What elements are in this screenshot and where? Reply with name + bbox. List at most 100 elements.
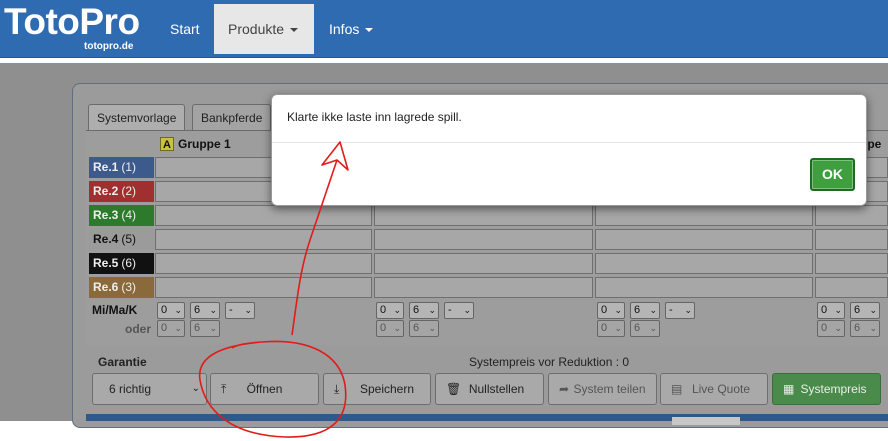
mimak-select[interactable]: 6 ⌄ xyxy=(630,320,660,337)
garantie-select[interactable]: 6 richtig ⌄ xyxy=(92,373,207,405)
brand-logo[interactable]: TotoPro xyxy=(4,1,140,43)
selection-cell[interactable] xyxy=(374,205,593,226)
mimak-select-value: - xyxy=(669,304,673,316)
mimak-select[interactable]: - ⌄ xyxy=(444,302,474,319)
race-row-label: Re.2 (2) xyxy=(89,181,154,202)
systempreis-button[interactable]: ▦ Systempreis xyxy=(772,373,881,405)
nav-start-label: Start xyxy=(170,21,200,37)
selection-cell[interactable] xyxy=(155,253,372,274)
mimak-select-value: 6 xyxy=(854,304,861,316)
race-row-label: Re.3 (4) xyxy=(89,205,154,226)
selection-cell[interactable] xyxy=(374,277,593,298)
nav-produkte-label: Produkte xyxy=(228,21,285,37)
mimak-select[interactable]: 6 ⌄ xyxy=(190,302,220,319)
race-number: (4) xyxy=(121,208,137,222)
selection-cell[interactable] xyxy=(595,229,813,250)
selection-cell[interactable] xyxy=(815,229,888,250)
chevron-down-icon: ⌄ xyxy=(244,305,252,315)
race-row-label: Re.4 (5) xyxy=(89,229,154,250)
race-label: Re.1 xyxy=(93,160,119,174)
mimak-select[interactable]: 6 ⌄ xyxy=(409,302,439,319)
mimak-select[interactable]: 0 ⌄ xyxy=(597,302,625,319)
selection-cell[interactable] xyxy=(155,277,372,298)
mimak-select[interactable]: 6 ⌄ xyxy=(850,302,880,319)
tab-bankpferde[interactable]: Bankpferde xyxy=(192,104,272,130)
mimak-select-value: 0 xyxy=(161,322,168,334)
top-navbar: TotoPro totopro.de Start Produkte Infos xyxy=(0,0,888,58)
speichern-button[interactable]: ⤓ Speichern xyxy=(323,373,431,405)
nav-infos[interactable]: Infos xyxy=(315,4,387,54)
race-row-label: Re.6 (3) xyxy=(89,277,154,298)
dialog-divider xyxy=(272,142,866,143)
selection-cell[interactable] xyxy=(155,205,372,226)
selection-cell[interactable] xyxy=(595,277,813,298)
group-letter-badge: A xyxy=(160,137,174,151)
chevron-down-icon: ⌄ xyxy=(209,323,217,333)
chevron-down-icon: ⌄ xyxy=(191,383,200,394)
speichern-label: Speichern xyxy=(359,382,415,396)
race-number: (2) xyxy=(121,184,137,198)
nullstellen-button[interactable]: 🗑 Nullstellen xyxy=(435,373,544,405)
selection-cell[interactable] xyxy=(374,229,593,250)
group-1-header: A Gruppe 1 xyxy=(160,137,231,151)
mimak-select[interactable]: 0 ⌄ xyxy=(157,302,185,319)
oeffnen-button[interactable]: ⤒ Öffnen xyxy=(210,373,319,405)
mimak-select-value: - xyxy=(448,304,452,316)
mimak-select[interactable]: 0 ⌄ xyxy=(157,320,185,337)
oeffnen-label: Öffnen xyxy=(246,382,283,396)
mimak-select[interactable]: 6 ⌄ xyxy=(850,320,880,337)
selection-cell[interactable] xyxy=(155,229,372,250)
selection-cell[interactable] xyxy=(374,253,593,274)
selection-cell[interactable] xyxy=(815,205,888,226)
bottom-strip xyxy=(86,414,888,421)
selection-cell[interactable] xyxy=(595,205,813,226)
selection-cell[interactable] xyxy=(815,253,888,274)
chevron-down-icon: ⌄ xyxy=(393,305,401,315)
race-number: (5) xyxy=(121,232,137,246)
group-1-title: Gruppe 1 xyxy=(178,137,231,151)
mimak-select-value: 6 xyxy=(634,304,641,316)
chevron-down-icon: ⌄ xyxy=(428,305,436,315)
race-label: Re.4 xyxy=(93,232,119,246)
race-row-label: Re.1 (1) xyxy=(89,157,154,178)
mimak-select-value: - xyxy=(229,304,233,316)
race-row-label: Re.5 (6) xyxy=(89,253,154,274)
nav-start[interactable]: Start xyxy=(156,4,214,54)
mimak-select[interactable]: 0 ⌄ xyxy=(817,302,845,319)
mimak-select-value: 6 xyxy=(194,304,201,316)
mimak-select[interactable]: 0 ⌄ xyxy=(376,320,404,337)
race-label: Re.5 xyxy=(93,256,119,270)
chevron-down-icon: ⌄ xyxy=(463,305,471,315)
bottom-box xyxy=(672,417,740,425)
mimak-select[interactable]: 6 ⌄ xyxy=(409,320,439,337)
mimak-select[interactable]: - ⌄ xyxy=(665,302,695,319)
chevron-down-icon: ⌄ xyxy=(174,323,182,333)
system-teilen-button[interactable]: ➦ System teilen xyxy=(548,373,657,405)
systempreis-label: Systempreis vor Reduktion : 0 xyxy=(469,355,630,369)
chevron-down-icon: ⌄ xyxy=(684,305,692,315)
mimak-select[interactable]: 0 ⌄ xyxy=(817,320,845,337)
mimak-select[interactable]: 0 ⌄ xyxy=(597,320,625,337)
nullstellen-label: Nullstellen xyxy=(468,382,525,396)
selection-cell[interactable] xyxy=(815,277,888,298)
mimak-select[interactable]: 0 ⌄ xyxy=(376,302,404,319)
tab-systemvorlage[interactable]: Systemvorlage xyxy=(88,104,186,130)
mimak-select[interactable]: 6 ⌄ xyxy=(630,302,660,319)
error-dialog: Klarte ikke laste inn lagrede spill. OK xyxy=(271,94,867,206)
mimak-select[interactable]: - ⌄ xyxy=(225,302,255,319)
live-quote-button[interactable]: ▤ Live Quote xyxy=(660,373,768,405)
mimak-select[interactable]: 6 ⌄ xyxy=(190,320,220,337)
mimak-select-value: 6 xyxy=(194,322,201,334)
selection-cell[interactable] xyxy=(595,253,813,274)
mimak-select-value: 0 xyxy=(161,304,168,316)
mimak-select-value: 0 xyxy=(380,304,387,316)
garantie-value: 6 richtig xyxy=(109,382,152,396)
caret-down-icon xyxy=(365,28,374,33)
mimak-select-value: 0 xyxy=(821,322,828,334)
mimak-select-value: 0 xyxy=(821,304,828,316)
ok-button[interactable]: OK xyxy=(810,158,855,191)
mimak-select-value: 0 xyxy=(380,322,387,334)
race-number: (3) xyxy=(121,280,137,294)
nav-produkte[interactable]: Produkte xyxy=(214,4,314,54)
chevron-down-icon: ⌄ xyxy=(614,323,622,333)
